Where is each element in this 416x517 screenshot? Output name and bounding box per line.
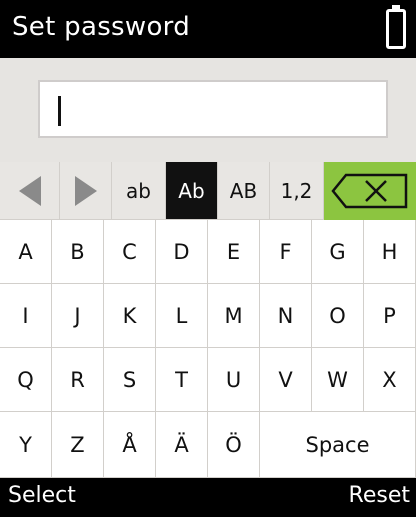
key-row-3: Q R S T U V W X	[0, 348, 416, 412]
key-y[interactable]: Y	[0, 412, 52, 478]
left-arrow-icon	[18, 175, 41, 206]
right-arrow-icon	[74, 175, 97, 206]
mode-lowercase-button[interactable]: ab	[112, 162, 166, 220]
select-softkey[interactable]: Select	[8, 483, 76, 508]
softkey-bar: Select Reset	[0, 478, 416, 517]
mode-numeric-button[interactable]: 1,2	[270, 162, 324, 220]
key-row-4: Y Z Å Ä Ö Space	[0, 412, 416, 478]
mode-titlecase-button[interactable]: Ab	[166, 162, 218, 220]
key-t[interactable]: T	[156, 348, 208, 412]
key-n[interactable]: N	[260, 284, 312, 348]
input-area	[0, 58, 416, 162]
keyboard-toolbar: ab Ab AB 1,2	[0, 162, 416, 221]
key-s[interactable]: S	[104, 348, 156, 412]
key-h[interactable]: H	[364, 220, 416, 284]
key-m[interactable]: M	[208, 284, 260, 348]
reset-softkey[interactable]: Reset	[349, 483, 410, 508]
key-i[interactable]: I	[0, 284, 52, 348]
text-caret	[58, 96, 61, 126]
key-u[interactable]: U	[208, 348, 260, 412]
key-b[interactable]: B	[52, 220, 104, 284]
key-row-2: I J K L M N O P	[0, 284, 416, 348]
key-q[interactable]: Q	[0, 348, 52, 412]
key-e[interactable]: E	[208, 220, 260, 284]
key-r[interactable]: R	[52, 348, 104, 412]
left-arrow-button[interactable]	[0, 162, 60, 220]
right-arrow-button[interactable]	[60, 162, 112, 220]
password-input[interactable]	[38, 80, 388, 138]
key-a-umlaut[interactable]: Ä	[156, 412, 208, 478]
key-w[interactable]: W	[312, 348, 364, 412]
key-o[interactable]: O	[312, 284, 364, 348]
key-z[interactable]: Z	[52, 412, 104, 478]
key-g[interactable]: G	[312, 220, 364, 284]
key-f[interactable]: F	[260, 220, 312, 284]
key-d[interactable]: D	[156, 220, 208, 284]
key-l[interactable]: L	[156, 284, 208, 348]
key-c[interactable]: C	[104, 220, 156, 284]
key-v[interactable]: V	[260, 348, 312, 412]
battery-icon	[386, 5, 406, 49]
page-title: Set password	[12, 12, 190, 42]
key-k[interactable]: K	[104, 284, 156, 348]
mode-uppercase-button[interactable]: AB	[218, 162, 270, 220]
key-p[interactable]: P	[364, 284, 416, 348]
key-j[interactable]: J	[52, 284, 104, 348]
title-bar: Set password	[0, 0, 416, 58]
key-row-1: A B C D E F G H	[0, 220, 416, 284]
space-key[interactable]: Space	[260, 412, 416, 478]
key-a-ring[interactable]: Å	[104, 412, 156, 478]
key-o-umlaut[interactable]: Ö	[208, 412, 260, 478]
backspace-icon	[331, 173, 408, 209]
key-x[interactable]: X	[364, 348, 416, 412]
key-a[interactable]: A	[0, 220, 52, 284]
delete-button[interactable]	[324, 162, 416, 220]
